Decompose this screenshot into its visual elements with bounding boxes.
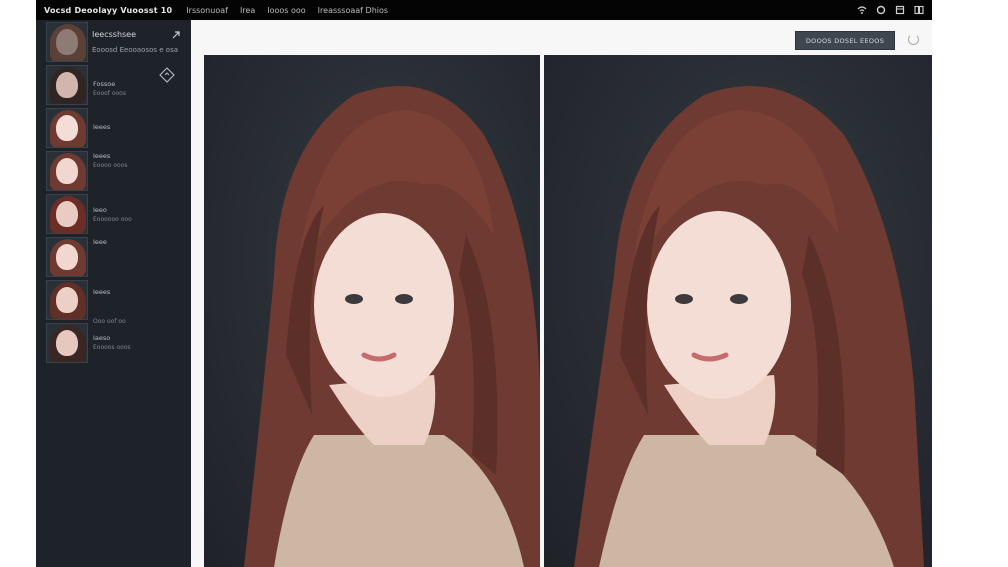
thumbnail-meta: Eooof ooos (93, 90, 126, 97)
menu-item[interactable]: Iooos ooo (267, 6, 305, 15)
thumbnail-label: Ieees (93, 152, 111, 160)
top-bar: Vocsd Deoolayy Vuoosst 10 Irssonuoaf Ire… (36, 0, 932, 20)
thumbnail[interactable] (46, 194, 88, 234)
thumbnail-label: Ieee (93, 238, 107, 246)
export-button[interactable]: DOOOS DOSEL EEOOS (795, 31, 895, 50)
thumbnail-meta: Eoooos ooos (93, 344, 131, 351)
app-title: Vocsd Deoolayy Vuoosst 10 (44, 5, 173, 15)
thumbnail-label: Iaeso (93, 334, 111, 342)
thumbnail-meta: Eoooooo ooo (93, 216, 132, 223)
thumbnail-meta: Eoooo ooos (93, 162, 128, 169)
collapse-icon[interactable] (170, 26, 182, 39)
grid-icon[interactable] (914, 5, 924, 15)
thumbnail[interactable] (46, 151, 88, 191)
menu-bar: Irssonuoaf Irea Iooos ooo Ireasssoaaf Dh… (186, 6, 388, 15)
menu-item[interactable]: Irssonuoaf (186, 6, 228, 15)
loading-spinner-icon (908, 34, 919, 45)
thumbnail[interactable] (46, 323, 88, 363)
menu-item[interactable]: Irea (240, 6, 255, 15)
thumbnail-label: Ieeo (93, 206, 107, 214)
left-portrait-panel[interactable] (204, 55, 540, 567)
settings-diamond-icon[interactable] (159, 67, 175, 83)
main-canvas: DOOOS DOSEL EEOOS (191, 20, 932, 567)
sidebar-subheader: Eooosd Eeooaosos e osa (92, 46, 179, 54)
app-window: Vocsd Deoolayy Vuoosst 10 Irssonuoaf Ire… (36, 0, 932, 567)
portrait-image (244, 86, 540, 567)
thumbnail[interactable] (46, 237, 88, 277)
sidebar-header: Ieecsshsee (92, 30, 137, 39)
thumbnail-label: Fossoe (93, 80, 116, 88)
thumbnail[interactable] (46, 65, 88, 105)
thumbnail[interactable] (46, 22, 88, 62)
right-portrait-panel[interactable] (544, 55, 932, 567)
window-icon[interactable] (895, 5, 905, 15)
sidebar: Ieecsshsee Eooosd Eeooaosos e osa Fossoe… (36, 20, 191, 567)
thumbnail-label: Ieees (93, 288, 111, 296)
thumbnail[interactable] (46, 108, 88, 148)
thumbnail[interactable] (46, 280, 88, 320)
window-icons (857, 5, 924, 15)
portrait-image (574, 86, 924, 567)
wifi-icon[interactable] (857, 5, 867, 15)
menu-item[interactable]: Ireasssoaaf Dhios (318, 6, 388, 15)
thumbnail-label: Ieees (93, 123, 111, 131)
refresh-icon[interactable] (876, 5, 886, 15)
thumbnail-meta: Ooo oof oo (93, 318, 126, 325)
